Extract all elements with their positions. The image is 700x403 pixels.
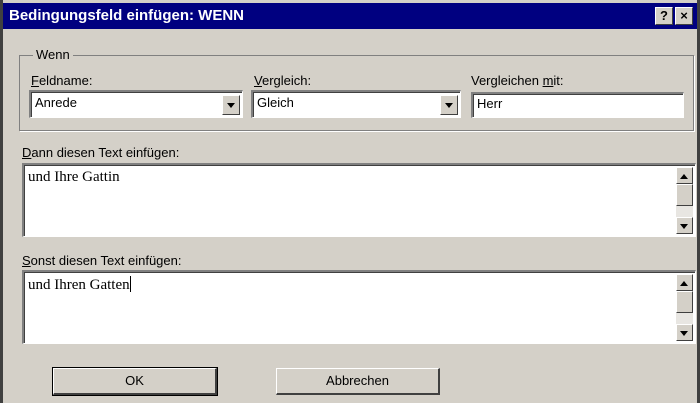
scroll-down-button[interactable] xyxy=(676,217,693,234)
then-text-area[interactable]: und Ihre Gattin xyxy=(22,163,696,237)
arrow-down-icon xyxy=(680,224,688,229)
dialog-window: Bedingungsfeld einfügen: WENN ? × Wenn F… xyxy=(0,0,700,403)
then-text-label-rest: ann diesen Text einfügen: xyxy=(31,145,180,160)
compare-with-value: Herr xyxy=(477,96,503,111)
compare-with-accel: m xyxy=(542,73,554,88)
then-text-accel: D xyxy=(22,145,32,160)
window-title: Bedingungsfeld einfügen: WENN xyxy=(9,7,244,24)
comparison-label-rest: ergleich: xyxy=(261,73,312,88)
compare-with-label: Vergleichen mit: xyxy=(471,73,564,88)
comparison-label: Vergleich: xyxy=(254,73,311,88)
fieldname-label: Feldname: xyxy=(31,73,92,88)
fieldname-dropdown[interactable]: Anrede xyxy=(29,90,243,118)
comparison-accel: V xyxy=(254,73,262,88)
close-icon: × xyxy=(680,8,688,23)
arrow-up-icon xyxy=(680,174,688,179)
compare-with-label-rest: it: xyxy=(553,73,564,88)
comparison-dropdown[interactable]: Gleich xyxy=(251,90,461,118)
chevron-down-icon xyxy=(445,103,453,108)
comparison-value: Gleich xyxy=(257,95,294,110)
else-text-value: und Ihren Gatten xyxy=(28,276,131,294)
arrow-up-icon xyxy=(680,281,688,286)
help-button[interactable]: ? xyxy=(655,7,673,25)
chevron-down-icon xyxy=(227,103,235,108)
else-text-label: Sonst diesen Text einfügen: xyxy=(22,253,182,268)
fieldname-accel: F xyxy=(31,73,39,88)
scroll-down-button[interactable] xyxy=(676,324,693,341)
scroll-up-button[interactable] xyxy=(676,167,693,184)
compare-with-input[interactable]: Herr xyxy=(471,92,684,118)
compare-with-label-pre: Vergleichen xyxy=(471,73,543,88)
cancel-button[interactable]: Abbrechen xyxy=(276,368,440,395)
then-text-value: und Ihre Gattin xyxy=(28,169,120,185)
arrow-down-icon xyxy=(680,331,688,336)
title-bar[interactable]: Bedingungsfeld einfügen: WENN ? × xyxy=(3,3,697,29)
else-text-content: und Ihren Gatten xyxy=(28,277,130,293)
then-text-label: Dann diesen Text einfügen: xyxy=(22,145,179,160)
else-text-label-rest: onst diesen Text einfügen: xyxy=(30,253,182,268)
scroll-thumb[interactable] xyxy=(676,291,693,313)
scroll-thumb[interactable] xyxy=(676,184,693,206)
help-icon: ? xyxy=(660,8,668,23)
scroll-up-button[interactable] xyxy=(676,274,693,291)
then-text-scrollbar[interactable] xyxy=(676,167,693,234)
comparison-dropdown-button[interactable] xyxy=(440,95,458,115)
fieldname-label-rest: eldname: xyxy=(38,73,93,88)
condition-group-label: Wenn xyxy=(33,47,73,62)
window-border-left xyxy=(0,0,3,403)
fieldname-value: Anrede xyxy=(35,95,77,110)
else-text-accel: S xyxy=(22,253,31,268)
fieldname-dropdown-button[interactable] xyxy=(222,95,240,115)
close-button[interactable]: × xyxy=(675,7,693,25)
else-text-area[interactable]: und Ihren Gatten xyxy=(22,270,696,344)
else-text-scrollbar[interactable] xyxy=(676,274,693,341)
ok-button[interactable]: OK xyxy=(52,367,218,396)
text-caret xyxy=(129,276,131,292)
